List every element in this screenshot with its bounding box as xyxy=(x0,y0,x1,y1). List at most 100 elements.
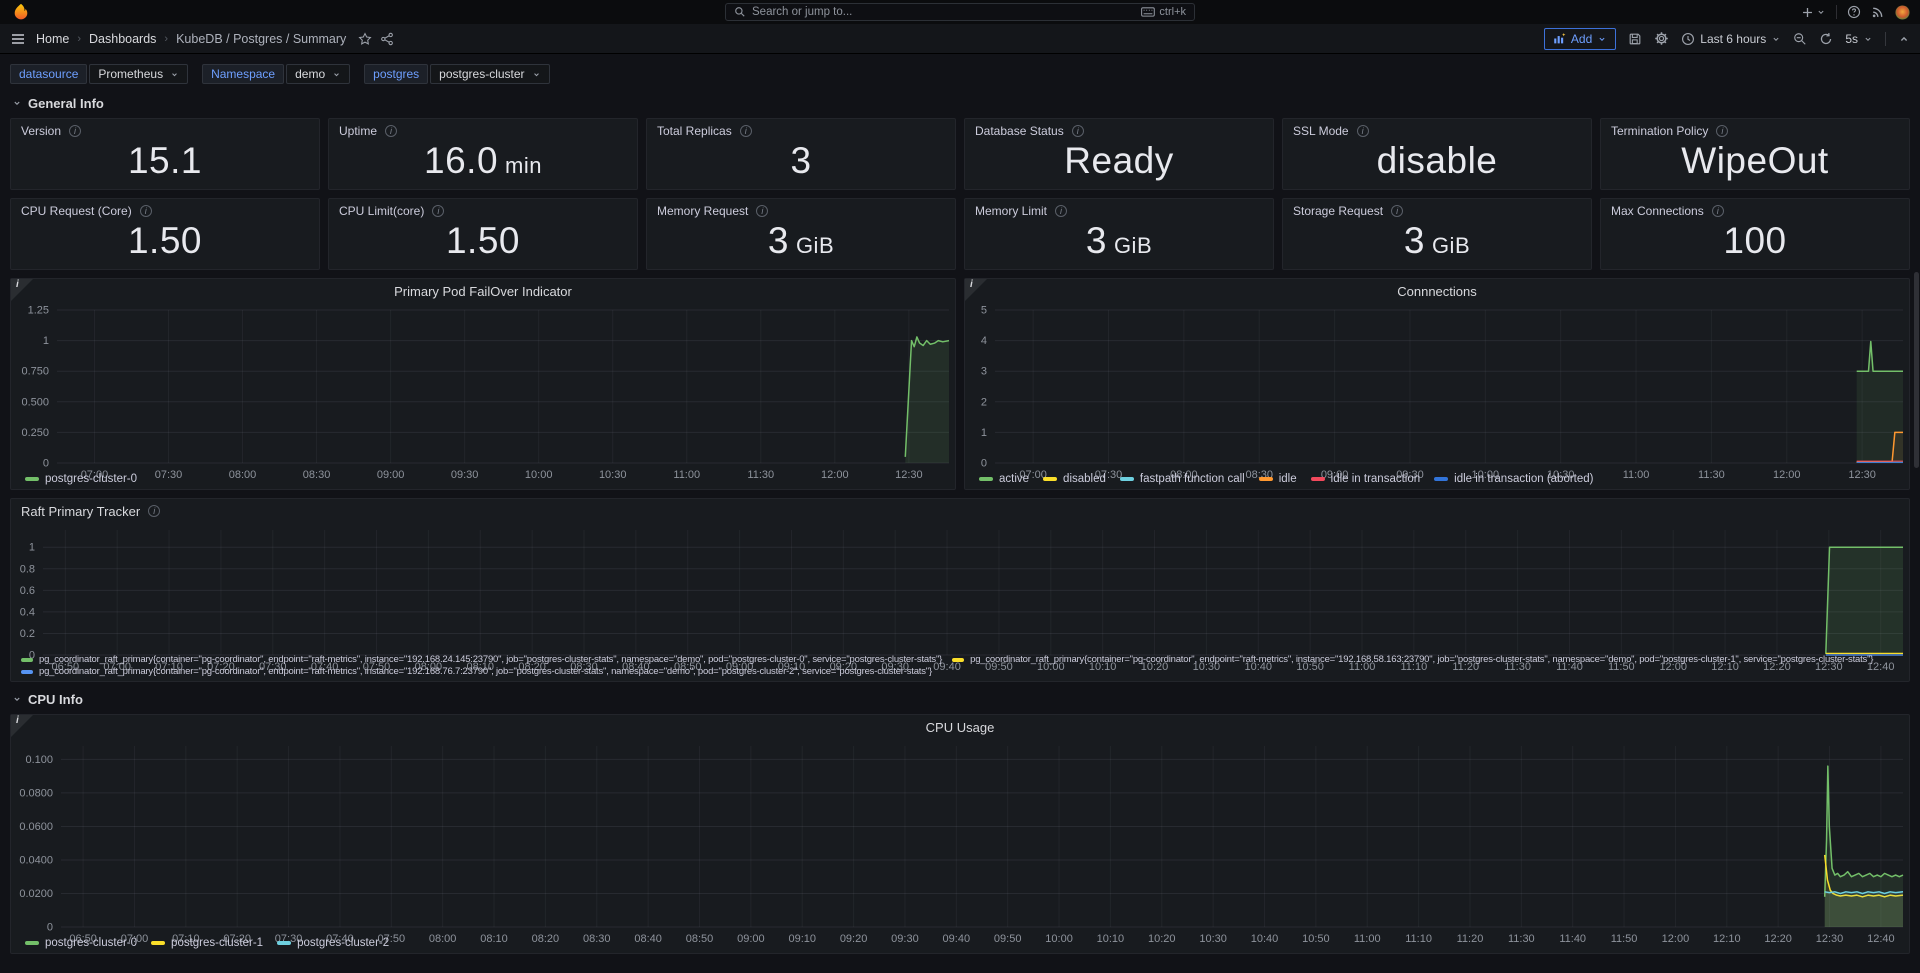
legend-label: disabled xyxy=(1063,473,1106,485)
time-range-picker[interactable]: Last 6 hours xyxy=(1681,32,1781,46)
legend-swatch xyxy=(1259,477,1273,481)
help-button[interactable] xyxy=(1847,5,1861,19)
stat-panel-cpu-limit: CPU Limit(core)i 1.50 xyxy=(328,198,638,270)
panel-connections: i Connnections 54321007:0007:3008:0008:3… xyxy=(964,278,1910,490)
info-icon[interactable]: i xyxy=(1712,205,1724,217)
variable-datasource-dropdown[interactable]: Prometheus xyxy=(89,64,188,84)
panel-title[interactable]: Primary Pod FailOver Indicator xyxy=(11,279,955,303)
legend-item[interactable]: pg_coordinator_raft_primary{container="p… xyxy=(21,654,942,665)
search-shortcut: ctrl+k xyxy=(1141,6,1186,18)
section-general-info[interactable]: General Info xyxy=(12,94,1910,112)
svg-text:1: 1 xyxy=(43,335,49,347)
legend-item[interactable]: pg_coordinator_raft_primary{container="p… xyxy=(21,666,932,677)
stat-panel-storage-request: Storage Request i 3GiB xyxy=(1282,198,1592,270)
legend-item[interactable]: postgres-cluster-1 xyxy=(151,937,263,949)
info-icon[interactable]: i xyxy=(1716,125,1728,137)
section-cpu-info[interactable]: CPU Info xyxy=(12,690,1910,708)
panel-title[interactable]: CPU Usage xyxy=(11,715,1909,739)
menu-toggle-button[interactable] xyxy=(10,31,26,47)
gear-icon xyxy=(1654,31,1669,46)
stat-panel-version: Version i 15.1 xyxy=(10,118,320,190)
grafana-logo-icon[interactable] xyxy=(12,3,30,21)
info-icon[interactable]: i xyxy=(1357,125,1369,137)
info-icon[interactable]: i xyxy=(140,205,152,217)
legend-swatch xyxy=(25,941,39,945)
page-scrollbar[interactable] xyxy=(1914,272,1919,468)
panel-title[interactable]: Raft Primary Trackeri xyxy=(11,499,1909,523)
panel-info-corner-icon[interactable]: i xyxy=(965,279,987,301)
info-icon[interactable]: i xyxy=(385,125,397,137)
stat-panel-memory-limit: Memory Limiti 3GiB xyxy=(964,198,1274,270)
legend-item[interactable]: active xyxy=(979,473,1029,485)
legend-item[interactable]: idle in transaction (aborted) xyxy=(1434,473,1593,485)
legend-item[interactable]: postgres-cluster-2 xyxy=(277,937,389,949)
chevron-down-icon xyxy=(12,694,22,704)
failover-chart-plot[interactable]: 1.2510.7500.5000.250007:0007:3008:0008:3… xyxy=(11,303,955,471)
stat-panel-termination-policy: Termination Policyi WipeOut xyxy=(1600,118,1910,190)
panel-failover-indicator: i Primary Pod FailOver Indicator 1.2510.… xyxy=(10,278,956,490)
variable-postgres-dropdown[interactable]: postgres-cluster xyxy=(430,64,549,84)
info-icon[interactable]: i xyxy=(69,125,81,137)
search-input[interactable]: Search or jump to... ctrl+k xyxy=(725,3,1195,21)
stat-value: 3 xyxy=(657,138,945,184)
chevron-down-icon xyxy=(170,70,179,79)
legend-item[interactable]: idle in transaction xyxy=(1311,473,1421,485)
stat-value: 15.1 xyxy=(21,138,309,184)
stat-title: Database Status xyxy=(975,124,1064,138)
news-button[interactable] xyxy=(1871,5,1885,19)
user-avatar[interactable] xyxy=(1895,5,1910,20)
cpu-usage-chart-plot[interactable]: 0.1000.08000.06000.04000.0200006:5007:00… xyxy=(11,739,1909,935)
panel-cpu-usage: i CPU Usage 0.1000.08000.06000.04000.020… xyxy=(10,714,1910,954)
legend-item[interactable]: fastpath function call xyxy=(1120,473,1245,485)
add-panel-button[interactable]: Add xyxy=(1544,28,1616,50)
stat-value: 3GiB xyxy=(1293,218,1581,264)
legend-item[interactable]: postgres-cluster-0 xyxy=(25,473,137,485)
dashboard-settings-button[interactable] xyxy=(1654,31,1669,46)
info-icon[interactable]: i xyxy=(756,205,768,217)
share-button[interactable] xyxy=(380,32,394,46)
legend-item[interactable]: postgres-cluster-0 xyxy=(25,937,137,949)
breadcrumb-home[interactable]: Home xyxy=(36,32,69,46)
time-range-label: Last 6 hours xyxy=(1700,32,1766,46)
svg-text:0.8: 0.8 xyxy=(20,563,35,575)
refresh-interval-picker[interactable]: 5s xyxy=(1845,32,1873,46)
connections-chart-plot[interactable]: 54321007:0007:3008:0008:3009:0009:3010:0… xyxy=(965,303,1909,471)
stat-title: Memory Request xyxy=(657,204,748,218)
info-icon[interactable]: i xyxy=(740,125,752,137)
panel-title[interactable]: Connnections xyxy=(965,279,1909,303)
legend-item[interactable]: pg_coordinator_raft_primary{container="p… xyxy=(952,654,1873,665)
svg-text:4: 4 xyxy=(981,335,987,347)
failover-chart-legend: postgres-cluster-0 xyxy=(11,471,955,489)
info-icon[interactable]: i xyxy=(148,505,160,517)
panel-info-corner-icon[interactable]: i xyxy=(11,279,33,301)
svg-text:1: 1 xyxy=(981,427,987,439)
info-icon[interactable]: i xyxy=(1391,205,1403,217)
stat-title: Storage Request xyxy=(1293,204,1383,218)
stat-value: 3GiB xyxy=(975,218,1263,264)
svg-text:0.4: 0.4 xyxy=(20,606,35,618)
info-icon[interactable]: i xyxy=(1055,205,1067,217)
info-icon[interactable]: i xyxy=(432,205,444,217)
zoom-out-time-button[interactable] xyxy=(1793,32,1807,46)
collapse-toolbar-button[interactable] xyxy=(1898,33,1910,45)
legend-swatch xyxy=(21,670,33,674)
svg-text:0: 0 xyxy=(43,458,49,470)
refresh-button[interactable] xyxy=(1819,32,1833,46)
dashboard-content: datasource Prometheus Namespace demo pos… xyxy=(0,54,1920,954)
svg-text:1.25: 1.25 xyxy=(28,305,49,317)
raft-chart-plot[interactable]: 10.80.60.40.2006:5007:0007:1007:2007:300… xyxy=(11,523,1909,652)
save-dashboard-button[interactable] xyxy=(1628,32,1642,46)
variable-namespace-dropdown[interactable]: demo xyxy=(286,64,350,84)
chevron-down-icon xyxy=(1597,34,1607,44)
breadcrumb-dashboards[interactable]: Dashboards xyxy=(89,32,156,46)
legend-item[interactable]: disabled xyxy=(1043,473,1106,485)
favorite-button[interactable] xyxy=(358,32,372,46)
legend-label: postgres-cluster-0 xyxy=(45,473,137,485)
legend-item[interactable]: idle xyxy=(1259,473,1297,485)
legend-label: idle in transaction xyxy=(1331,473,1421,485)
info-icon[interactable]: i xyxy=(1072,125,1084,137)
new-button[interactable] xyxy=(1801,6,1826,19)
stat-title: Version xyxy=(21,124,61,138)
panel-info-corner-icon[interactable]: i xyxy=(11,715,33,737)
clock-icon xyxy=(1681,32,1695,46)
